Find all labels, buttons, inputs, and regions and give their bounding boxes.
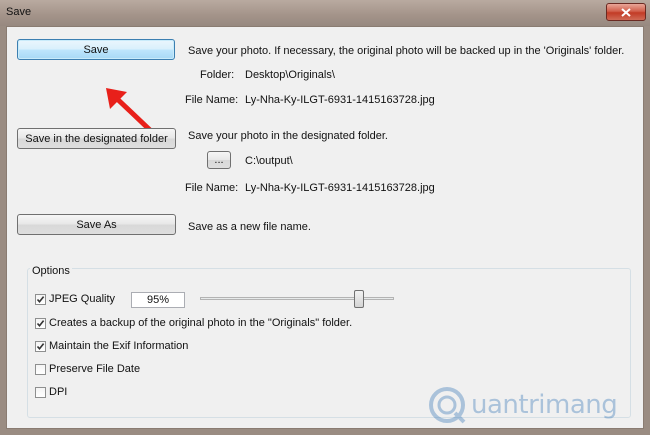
filename-label: File Name: [185, 94, 239, 106]
save-button[interactable]: Save [17, 39, 175, 60]
quantrimang-watermark: uantrimang [427, 382, 647, 428]
backup-checkbox[interactable] [35, 318, 46, 329]
dpi-checkbox[interactable] [35, 387, 46, 398]
save-dialog: Save Save Save your photo. If necessary,… [0, 0, 650, 435]
filename-value: Ly-Nha-Ky-ILGT-6931-1415163728.jpg [245, 94, 435, 106]
quantrimang-logo-icon [429, 387, 466, 424]
jpeg-quality-slider-thumb[interactable] [354, 290, 364, 308]
exif-label: Maintain the Exif Information [49, 340, 189, 352]
checkmark-icon [36, 296, 45, 304]
checkmark-icon [36, 320, 45, 328]
save-designated-button[interactable]: Save in the designated folder [17, 128, 176, 149]
designated-filename-label: File Name: [185, 182, 239, 194]
dialog-body: Save Save your photo. If necessary, the … [6, 26, 644, 429]
save-description: Save your photo. If necessary, the origi… [188, 45, 625, 57]
preserve-date-label: Preserve File Date [49, 363, 141, 375]
designated-description: Save your photo in the designated folder… [188, 130, 388, 142]
window-title: Save [6, 6, 32, 18]
options-group-label: Options [30, 265, 72, 277]
folder-value: Desktop\Originals\ [245, 69, 335, 81]
exif-checkbox[interactable] [35, 341, 46, 352]
designated-folder-value: C:\output\ [245, 155, 293, 167]
jpeg-quality-checkbox[interactable] [35, 294, 46, 305]
close-button[interactable] [606, 3, 646, 21]
save-as-button[interactable]: Save As [17, 214, 176, 235]
backup-label: Creates a backup of the original photo i… [49, 317, 353, 329]
save-as-description: Save as a new file name. [188, 221, 311, 233]
jpeg-quality-field[interactable]: 95% [131, 292, 185, 308]
jpeg-quality-slider-track[interactable] [200, 297, 394, 300]
browse-folder-button[interactable]: ... [207, 151, 231, 169]
designated-filename-value: Ly-Nha-Ky-ILGT-6931-1415163728.jpg [245, 182, 435, 194]
close-icon [621, 7, 631, 17]
watermark-text: uantrimang [471, 390, 618, 420]
title-bar[interactable]: Save [0, 0, 650, 26]
jpeg-quality-label: JPEG Quality [49, 293, 116, 305]
preserve-date-checkbox[interactable] [35, 364, 46, 375]
folder-label: Folder: [200, 69, 235, 81]
checkmark-icon [36, 343, 45, 351]
dpi-label: DPI [49, 386, 68, 398]
